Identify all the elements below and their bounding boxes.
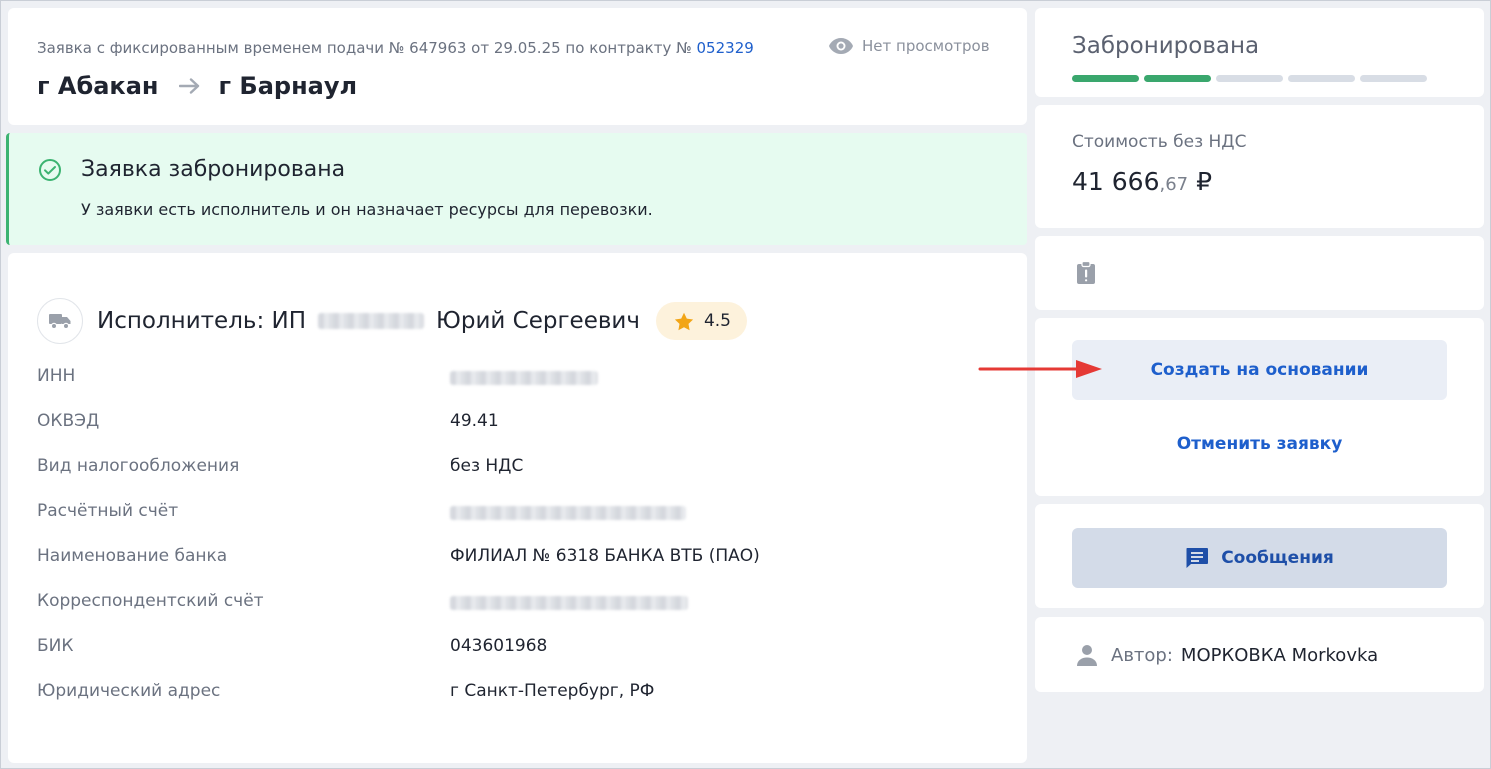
prop-label: Корреспондентский счёт [37,591,264,611]
prop-row-account: Расчётный счёт [37,501,997,546]
documents-card [1035,236,1484,310]
rating-badge: 4.5 [655,302,747,340]
executor-header: Исполнитель: ИП Юрий Сергеевич 4.5 [37,298,747,344]
messages-button[interactable]: Сообщения [1072,528,1447,588]
prop-value-redacted [450,501,686,521]
route-to: г Барнаул [218,72,358,100]
prop-value: 49.41 [450,411,499,431]
price-rubles: 41 666 [1072,167,1160,196]
prop-value: ФИЛИАЛ № 6318 БАНКА ВТБ (ПАО) [450,546,760,566]
views-text: Нет просмотров [862,37,990,55]
status-progress [1072,75,1427,82]
executor-name-prefix: Исполнитель: ИП [97,308,307,334]
progress-segment [1144,75,1211,82]
messages-card: Сообщения [1035,504,1484,608]
rating-value: 4.5 [703,311,731,331]
views-indicator: Нет просмотров [828,37,990,55]
prop-label: ОКВЭД [37,411,100,431]
clipboard-alert-icon[interactable] [1075,261,1097,285]
prop-row-address: Юридический адрес г Санкт-Петербург, РФ [37,681,997,726]
banner-description: У заявки есть исполнитель и он назначает… [81,200,653,219]
prop-value: г Санкт-Петербург, РФ [450,681,655,701]
check-circle-icon [39,159,61,181]
executor-name-suffix: Юрий Сергеевич [436,308,640,334]
order-meta-text: Заявка с фиксированным временем подачи №… [37,39,692,57]
contract-link[interactable]: 052329 [697,39,754,57]
price-card: Стоимость без НДС 41 666,67 ₽ [1035,105,1484,228]
prop-row-bank: Наименование банка ФИЛИАЛ № 6318 БАНКА В… [37,546,997,591]
prop-value: без НДС [450,456,524,476]
redacted-value [450,505,686,520]
actions-card: Создать на основании Отменить заявку [1035,318,1484,496]
eye-icon [829,38,853,54]
order-status: Забронирована [1072,33,1260,59]
prop-label: Расчётный счёт [37,501,179,521]
author-info: Автор: МОРКОВКА Morkovka [1075,643,1378,667]
progress-segment [1288,75,1355,82]
price-label: Стоимость без НДС [1072,132,1247,152]
prop-value: 043601968 [450,636,548,656]
author-name: МОРКОВКА Morkovka [1180,644,1379,666]
prop-label: Наименование банка [37,546,228,566]
order-header-card: Заявка с фиксированным временем подачи №… [8,8,1027,125]
prop-label: ИНН [37,366,76,386]
executor-name: Исполнитель: ИП Юрий Сергеевич [97,308,640,334]
price-value: 41 666,67 ₽ [1072,167,1212,196]
price-currency: ₽ [1196,167,1212,196]
route: г Абакан г Барнаул [37,72,357,100]
arrow-right-icon [178,78,201,94]
progress-segment [1216,75,1283,82]
author-label: Автор: [1111,644,1173,666]
star-icon [674,312,694,330]
create-based-on-button[interactable]: Создать на основании [1072,340,1447,400]
person-icon [1077,645,1097,666]
prop-label: Вид налогообложения [37,456,240,476]
redacted-surname [318,313,425,329]
executor-properties: ИНН ОКВЭД 49.41 Вид налогообложения без … [37,366,997,726]
redacted-value [450,370,598,385]
chat-icon [1186,548,1209,568]
executor-card: Исполнитель: ИП Юрий Сергеевич 4.5 ИНН О… [8,253,1027,763]
progress-segment [1072,75,1139,82]
truck-icon [37,298,83,344]
price-kopecks: ,67 [1159,174,1189,195]
prop-row-bik: БИК 043601968 [37,636,997,681]
prop-row-okved: ОКВЭД 49.41 [37,411,997,456]
cancel-order-button[interactable]: Отменить заявку [1072,424,1447,464]
order-meta: Заявка с фиксированным временем подачи №… [37,39,754,57]
banner-title: Заявка забронирована [81,157,346,182]
prop-row-corr-account: Корреспондентский счёт [37,591,997,636]
prop-value-redacted [450,591,688,611]
author-card: Автор: МОРКОВКА Morkovka [1035,617,1484,692]
red-arrow-annotation [978,360,1102,378]
status-card: Забронирована [1035,8,1484,97]
prop-value-redacted [450,366,598,386]
prop-label: Юридический адрес [37,681,221,701]
prop-row-tax: Вид налогообложения без НДС [37,456,997,501]
redacted-value [450,595,688,610]
route-from: г Абакан [37,72,159,100]
progress-segment [1360,75,1427,82]
status-banner: Заявка забронирована У заявки есть испол… [6,133,1027,245]
messages-label: Сообщения [1221,548,1334,568]
prop-row-inn: ИНН [37,366,997,411]
prop-label: БИК [37,636,74,656]
